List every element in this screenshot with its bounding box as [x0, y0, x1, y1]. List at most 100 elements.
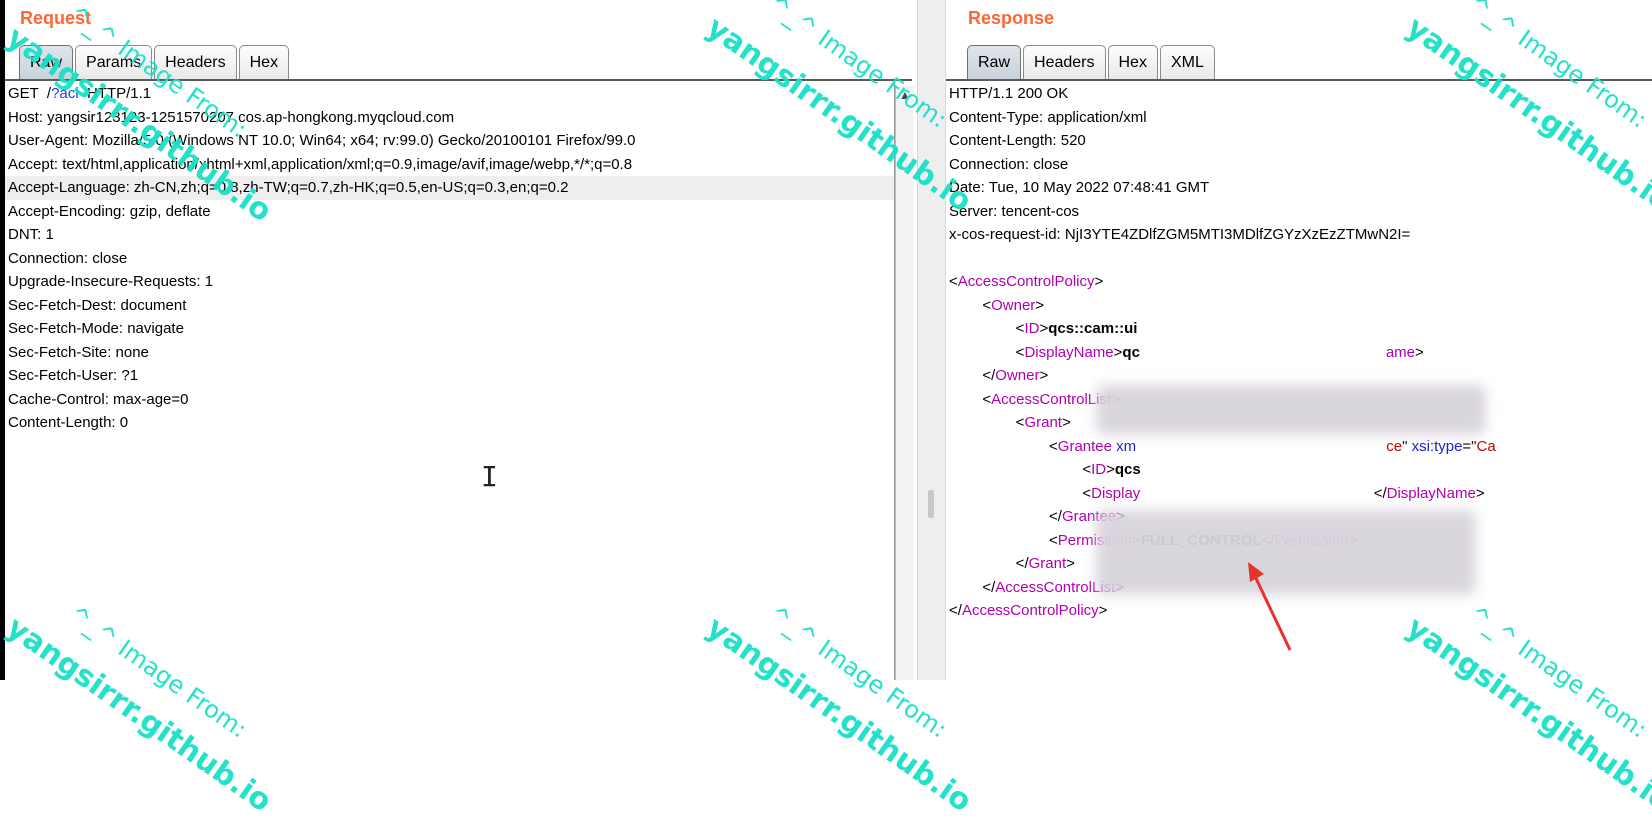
- request-line: User-Agent: Mozilla/5.0 (Windows NT 10.0…: [5, 129, 894, 153]
- line-text: [1140, 344, 1386, 361]
- line-text: <: [949, 484, 1092, 502]
- line-text: >: [1035, 296, 1045, 314]
- request-tabs: Raw Params Headers Hex: [19, 44, 291, 79]
- line-text: Server: tencent-cos: [949, 202, 1080, 220]
- line-text: Host: yangsir123123-1251570207.cos.ap-ho…: [8, 108, 455, 126]
- line-text: <: [949, 461, 1092, 478]
- line-text: Connection: close: [8, 249, 128, 267]
- line-text: =": [1462, 437, 1477, 455]
- response-line: Connection: close: [946, 153, 1652, 177]
- line-text: [1136, 438, 1386, 455]
- response-line: </Owner>: [946, 364, 1652, 388]
- line-text: >: [1475, 484, 1485, 502]
- response-line: x-cos-request-id: NjI3YTE4ZDlfZGM5MTI3MD…: [946, 223, 1652, 247]
- request-line: GET /?acl HTTP/1.1: [5, 82, 894, 106]
- request-line: Accept-Encoding: gzip, deflate: [5, 200, 894, 224]
- tab-xml[interactable]: XML: [1159, 45, 1215, 79]
- tab-raw[interactable]: Raw: [19, 45, 74, 79]
- request-line: Sec-Fetch-Dest: document: [5, 294, 894, 318]
- line-text: Ca: [1476, 437, 1496, 455]
- request-line: Sec-Fetch-User: ?1: [5, 364, 894, 388]
- response-line: <ID>qcs::cam::ui: [946, 317, 1652, 341]
- line-text: </: [949, 555, 1029, 572]
- request-line: Upgrade-Insecure-Requests: 1: [5, 270, 894, 294]
- line-text: Content-Type: application/xml: [949, 108, 1147, 126]
- line-text: qcs::cam::ui: [1048, 320, 1138, 337]
- line-text: AccessControlPolicy: [957, 273, 1095, 290]
- request-line: Content-Length: 0: [5, 411, 894, 435]
- line-text: </: [949, 578, 996, 596]
- line-text: User-Agent: Mozilla/5.0 (Windows NT 10.0…: [8, 132, 636, 149]
- tab-params[interactable]: Params: [75, 45, 153, 79]
- line-text: Accept-Encoding: gzip, deflate: [8, 202, 211, 220]
- request-tabs-underline: [5, 79, 912, 81]
- line-text: AccessControlList: [991, 390, 1112, 408]
- line-text: Sec-Fetch-Dest: document: [8, 296, 187, 314]
- line-text: >: [1415, 343, 1424, 361]
- line-text: ID: [1024, 320, 1040, 337]
- response-tabs-underline: [946, 79, 1652, 81]
- line-text: Accept: text/html,application/xhtml+xml,…: [8, 155, 633, 173]
- line-text: ce: [1386, 437, 1403, 455]
- line-text: Connection: close: [949, 155, 1069, 173]
- line-text: </: [949, 367, 996, 384]
- line-text: <: [949, 390, 992, 408]
- request-pane: Request Raw Params Headers Hex GET /?acl HT…: [5, 0, 917, 680]
- line-text: >: [1066, 555, 1075, 572]
- line-text: Sec-Fetch-User: ?1: [8, 367, 139, 384]
- line-text: Owner: [991, 296, 1036, 314]
- line-text: <: [949, 437, 1058, 455]
- request-scrollbar[interactable]: ▲: [895, 86, 914, 680]
- line-text: HTTP/1.1 200 OK: [949, 85, 1069, 102]
- tab-headers[interactable]: Headers: [1023, 45, 1106, 79]
- redaction-blur: [1096, 385, 1486, 435]
- line-text: >: [1106, 461, 1115, 478]
- line-text: </: [949, 602, 962, 619]
- line-text: xsi:type: [1411, 437, 1463, 455]
- line-text: ID: [1091, 461, 1107, 478]
- tab-hex[interactable]: Hex: [238, 45, 290, 79]
- line-text: Accept-Language: zh-CN,zh;q=0.8,zh-TW;q=…: [8, 179, 569, 196]
- line-text: xm: [1111, 437, 1137, 455]
- line-text: <: [949, 531, 1058, 549]
- request-line: Cache-Control: max-age=0: [5, 388, 894, 412]
- tab-hex[interactable]: Hex: [1107, 45, 1158, 79]
- line-text: x-cos-request-id: NjI3YTE4ZDlfZGM5MTI3MD…: [949, 226, 1411, 243]
- split-divider[interactable]: [917, 0, 946, 680]
- text-cursor-icon: I: [481, 460, 498, 493]
- response-title: Response: [968, 8, 1055, 28]
- line-text: Display: [1091, 484, 1141, 502]
- response-line: <DisplayName>qc ame>: [946, 341, 1652, 365]
- request-line: Connection: close: [5, 247, 894, 271]
- request-line: Accept: text/html,application/xhtml+xml,…: [5, 153, 894, 177]
- response-line: Date: Tue, 10 May 2022 07:48:41 GMT: [946, 176, 1652, 200]
- request-line: DNT: 1: [5, 223, 894, 247]
- line-text: <: [949, 273, 958, 290]
- divider-grip-icon[interactable]: [928, 490, 934, 518]
- request-title: Request: [20, 8, 92, 28]
- line-text: >: [1039, 367, 1049, 384]
- line-text: HTTP/1.1: [78, 85, 152, 102]
- line-text: Sec-Fetch-Mode: navigate: [8, 320, 184, 337]
- request-line: Sec-Fetch-Mode: navigate: [5, 317, 894, 341]
- response-line: <Display </DisplayName>: [946, 482, 1652, 506]
- response-line: <ID>qcs: [946, 458, 1652, 482]
- response-line: Server: tencent-cos: [946, 200, 1652, 224]
- line-text: ": [1402, 437, 1412, 455]
- line-text: <: [949, 320, 1025, 337]
- scroll-up-icon[interactable]: ▲: [896, 86, 914, 104]
- line-text: qcs: [1114, 461, 1141, 478]
- line-text: <: [949, 296, 992, 314]
- request-editor[interactable]: GET /?acl HTTP/1.1 Host: yangsir123123-12…: [5, 82, 895, 680]
- response-line: <AccessControlPolicy>: [946, 270, 1652, 294]
- line-text: Grantee: [1057, 437, 1112, 455]
- line-text: Cache-Control: max-age=0: [8, 390, 189, 408]
- line-text: Grant: [1028, 555, 1067, 572]
- line-text: DisplayName: [1024, 343, 1114, 361]
- tab-raw[interactable]: Raw: [967, 45, 1022, 79]
- line-text: >: [1094, 273, 1104, 290]
- tab-headers[interactable]: Headers: [154, 45, 237, 79]
- response-line: HTTP/1.1 200 OK: [946, 82, 1652, 106]
- response-line: [946, 247, 1652, 271]
- response-line: Content-Length: 520: [946, 129, 1652, 153]
